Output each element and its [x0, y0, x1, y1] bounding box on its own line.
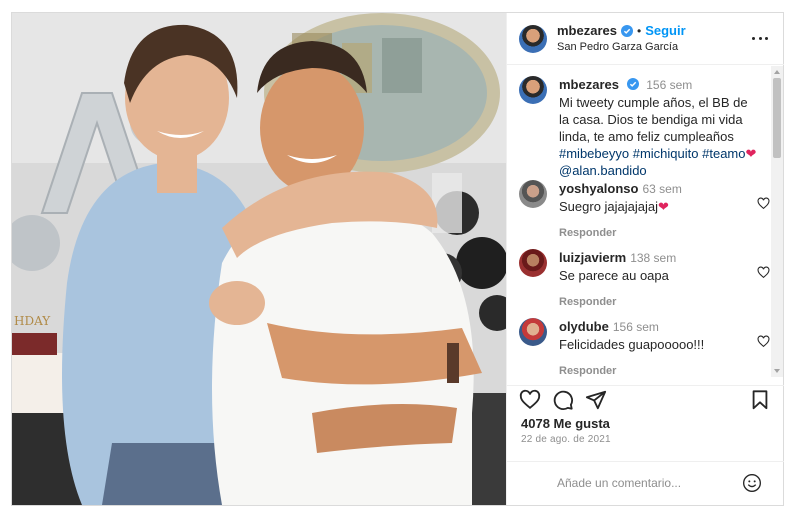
verified-icon [620, 24, 633, 37]
photo-illustration: HDAY [12, 13, 506, 505]
caption-text: Mi tweety cumple años, el BB de la casa.… [559, 95, 748, 144]
emoji-icon[interactable] [742, 473, 762, 493]
caption: mbezares 156 sem Mi tweety cumple años, … [519, 76, 759, 179]
heart-emoji: ❤ [658, 199, 669, 214]
svg-text:HDAY: HDAY [14, 314, 51, 328]
reply-button[interactable]: Responder [559, 363, 704, 377]
add-comment-bar [507, 461, 784, 505]
heart-emoji: ❤ [745, 146, 757, 161]
comment-like-icon[interactable] [757, 266, 770, 279]
comments-scrollbar[interactable] [771, 66, 783, 377]
caption-username[interactable]: mbezares [559, 77, 619, 92]
post-sidebar: mbezares • Seguir San Pedro Garza García… [506, 13, 784, 505]
comment-item: yoshyalonso 63 sem Suegro jajajajajaj❤ Re… [519, 180, 759, 242]
comment-time: 63 sem [642, 182, 682, 196]
post-date: 22 de ago. de 2021 [521, 434, 611, 445]
mention-link[interactable]: @alan.bandido [559, 163, 647, 178]
post-dialog: HDAY mbezares • Seguir San Pedro Garza G… [11, 12, 784, 506]
scrollbar-thumb[interactable] [773, 78, 781, 158]
commenter-avatar[interactable] [519, 249, 547, 277]
comment-text: Se parece au oapa [559, 268, 669, 283]
author-avatar[interactable] [519, 24, 547, 53]
verified-icon [626, 78, 639, 90]
commenter-avatar[interactable] [519, 180, 547, 208]
caption-avatar[interactable] [519, 76, 547, 104]
hashtag-link[interactable]: #teamo [702, 146, 745, 161]
comment-text: Felicidades guapooooo!!! [559, 337, 705, 352]
hashtag-link[interactable]: #michiquito [633, 146, 699, 161]
comment-item: luizjavierm 138 sem Se parece au oapa Res… [519, 249, 759, 311]
post-actions [507, 385, 784, 413]
comment-time: 156 sem [612, 320, 659, 334]
comment-text: Suegro jajajajajaj [559, 199, 659, 214]
comment-like-icon[interactable] [757, 197, 770, 210]
caption-time: 156 sem [646, 78, 693, 92]
reply-button[interactable]: Responder [559, 225, 682, 242]
scroll-up-icon[interactable] [774, 70, 780, 74]
post-location[interactable]: San Pedro Garza García [557, 41, 686, 54]
post-photo[interactable]: HDAY [12, 13, 506, 505]
more-options-icon[interactable] [752, 31, 768, 45]
add-comment-input[interactable] [557, 476, 737, 490]
comment-time: 138 sem [630, 251, 677, 265]
post-header: mbezares • Seguir San Pedro Garza García [507, 13, 784, 65]
likes-count[interactable]: 4078 Me gusta [521, 416, 610, 431]
commenter-username[interactable]: yoshyalonso [559, 181, 638, 196]
scroll-down-icon[interactable] [774, 369, 780, 373]
comment-item: olydube 156 sem Felicidades guapooooo!!! … [519, 318, 759, 377]
comment-like-icon[interactable] [757, 335, 770, 348]
reply-button[interactable]: Responder [559, 294, 676, 311]
save-icon[interactable] [749, 389, 771, 411]
commenter-username[interactable]: luizjavierm [559, 250, 626, 265]
follow-button[interactable]: Seguir [645, 23, 685, 39]
separator-dot: • [636, 23, 642, 38]
comments-list[interactable]: mbezares 156 sem Mi tweety cumple años, … [507, 66, 784, 377]
commenter-avatar[interactable] [519, 318, 547, 346]
share-icon[interactable] [585, 389, 607, 411]
comment-icon[interactable] [552, 389, 574, 411]
like-icon[interactable] [519, 389, 541, 411]
commenter-username[interactable]: olydube [559, 319, 609, 334]
hashtag-link[interactable]: #mibebeyyo [559, 146, 629, 161]
author-username[interactable]: mbezares [557, 23, 617, 39]
